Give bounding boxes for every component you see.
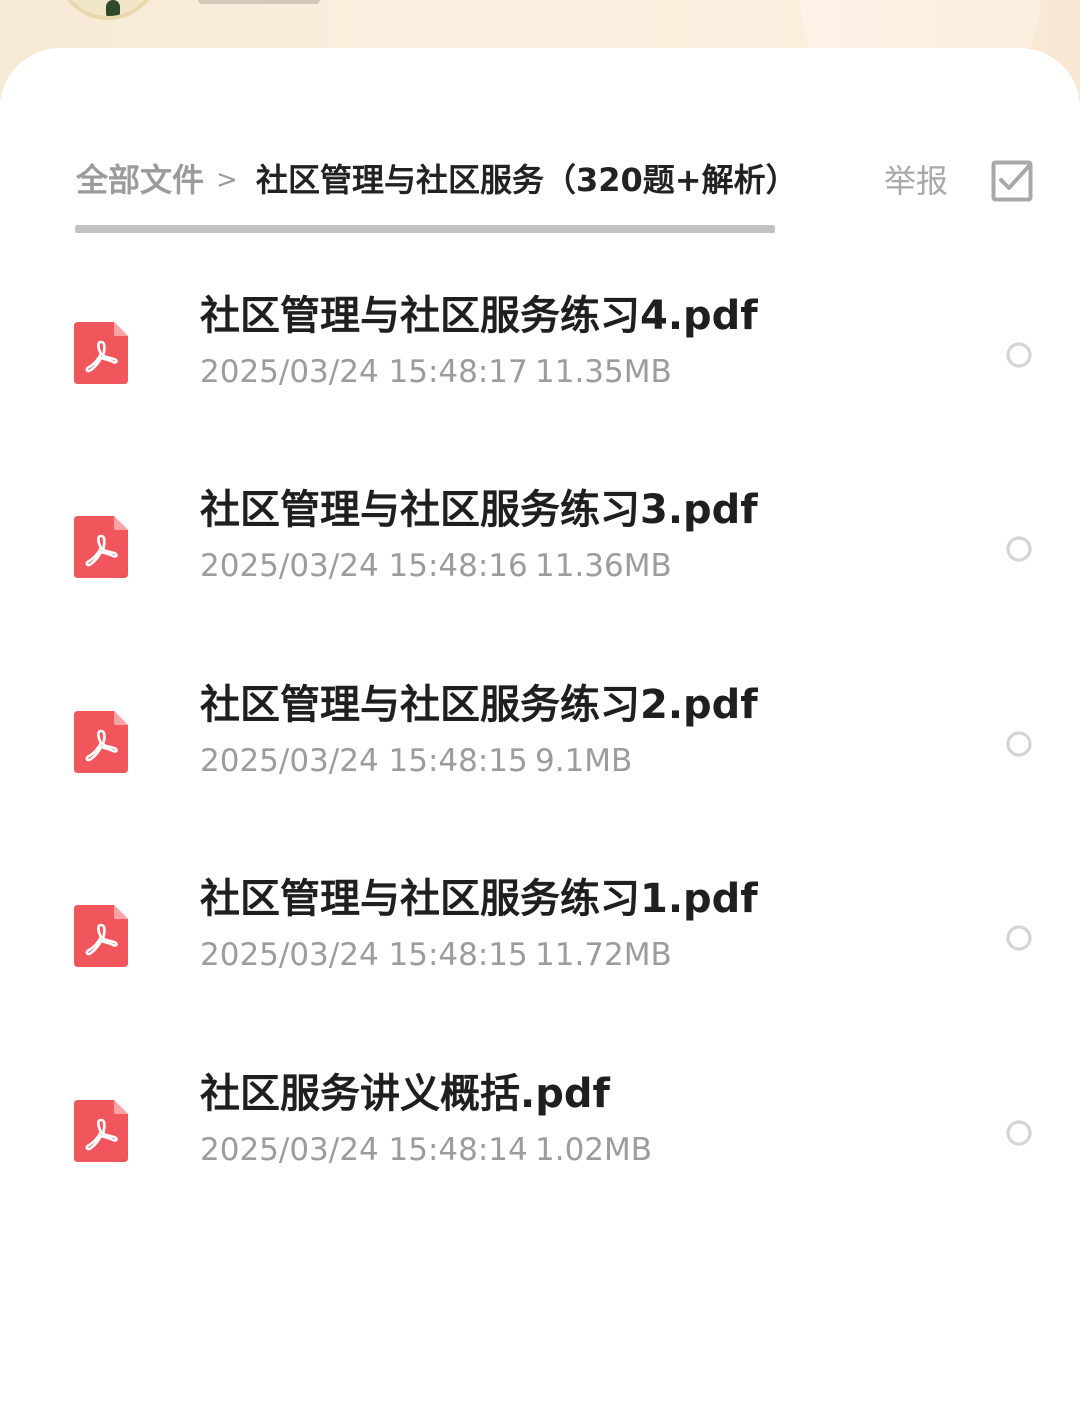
file-timestamp: 2025/03/24 15:48:14 <box>200 1132 528 1168</box>
file-timestamp: 2025/03/24 15:48:17 <box>200 354 528 390</box>
file-list-item[interactable]: 社区管理与社区服务练习4.pdf 2025/03/24 15:48:17 11.… <box>0 276 1080 446</box>
file-list-item[interactable]: 社区管理与社区服务练习1.pdf 2025/03/24 15:48:15 11.… <box>0 859 1080 1029</box>
file-name[interactable]: 社区管理与社区服务练习1.pdf <box>200 873 758 925</box>
avatar[interactable] <box>56 0 160 20</box>
pdf-icon <box>74 711 128 773</box>
file-size: 11.35MB <box>535 354 672 390</box>
file-list-item[interactable]: 社区管理与社区服务练习2.pdf 2025/03/24 15:48:15 9.1… <box>0 665 1080 835</box>
file-name[interactable]: 社区管理与社区服务练习4.pdf <box>200 290 758 342</box>
file-size: 11.72MB <box>535 937 672 973</box>
breadcrumb-scroll-indicator <box>75 225 775 233</box>
file-size: 9.1MB <box>535 743 633 779</box>
select-radio[interactable] <box>1006 342 1032 368</box>
select-radio[interactable] <box>1006 536 1032 562</box>
pdf-icon <box>74 905 128 967</box>
select-radio[interactable] <box>1006 731 1032 757</box>
file-timestamp: 2025/03/24 15:48:16 <box>200 548 528 584</box>
file-size: 11.36MB <box>535 548 672 584</box>
select-radio[interactable] <box>1006 925 1032 951</box>
file-list-item[interactable]: 社区服务讲义概括.pdf 2025/03/24 15:48:14 1.02MB <box>0 1054 1080 1224</box>
pdf-icon <box>74 1100 128 1162</box>
report-button[interactable]: 举报 <box>884 156 948 206</box>
header-username-cutoff <box>198 0 320 4</box>
pdf-icon <box>74 516 128 578</box>
pdf-icon <box>74 322 128 384</box>
file-list-item[interactable]: 社区管理与社区服务练习3.pdf 2025/03/24 15:48:16 11.… <box>0 470 1080 640</box>
breadcrumb-root[interactable]: 全部文件 <box>76 156 204 204</box>
file-timestamp: 2025/03/24 15:48:15 <box>200 937 528 973</box>
breadcrumb-separator: > <box>216 165 238 195</box>
breadcrumb: 全部文件 > 社区管理与社区服务（320题+解析） 举报 <box>76 156 1036 206</box>
file-timestamp: 2025/03/24 15:48:15 <box>200 743 528 779</box>
file-size: 1.02MB <box>535 1132 653 1168</box>
select-radio[interactable] <box>1006 1120 1032 1146</box>
avatar-figure <box>106 0 120 16</box>
file-name[interactable]: 社区服务讲义概括.pdf <box>200 1068 610 1120</box>
file-name[interactable]: 社区管理与社区服务练习2.pdf <box>200 679 758 731</box>
breadcrumb-current-folder: 社区管理与社区服务（320题+解析） <box>256 161 798 199</box>
checkbox-icon[interactable] <box>991 160 1033 202</box>
file-name[interactable]: 社区管理与社区服务练习3.pdf <box>200 484 758 536</box>
